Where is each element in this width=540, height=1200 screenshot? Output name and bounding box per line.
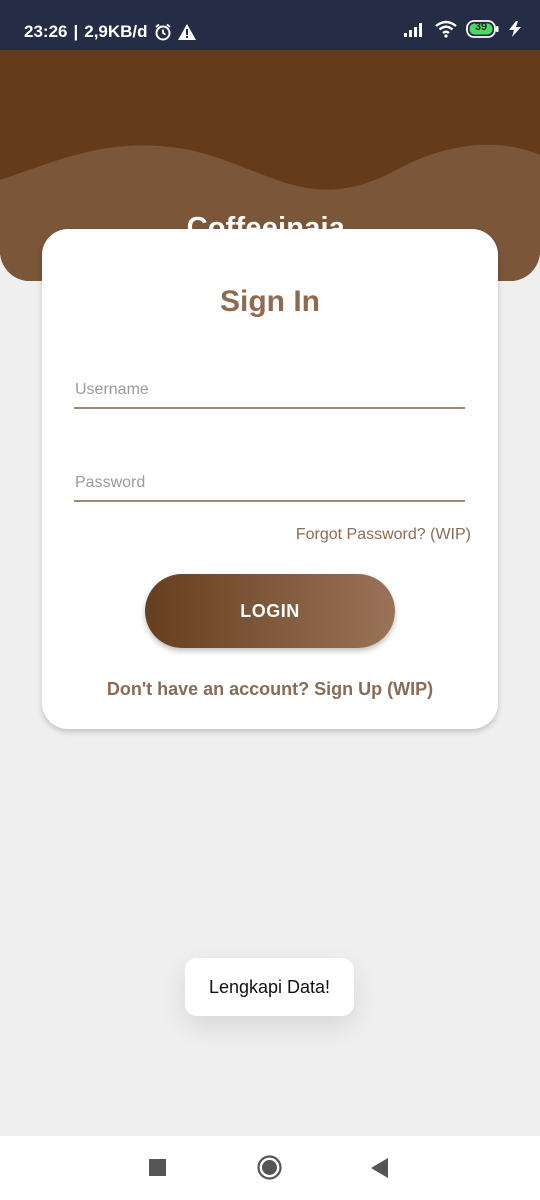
- square-recents-icon[interactable]: [149, 1159, 166, 1181]
- wifi-icon: [434, 20, 458, 38]
- triangle-back-icon[interactable]: [371, 1158, 389, 1183]
- battery-icon: 39: [466, 20, 500, 38]
- status-time: 23:26: [24, 22, 68, 41]
- status-left-group: 23:26 | 2,9KB/d: [24, 22, 196, 42]
- status-separator: |: [73, 22, 79, 41]
- password-input[interactable]: [74, 468, 466, 498]
- sign-in-card: Sign In Forgot Password? (WIP) LOGIN Don…: [42, 229, 498, 729]
- password-field[interactable]: [74, 460, 466, 502]
- toast-message: Lengkapi Data!: [185, 958, 354, 1016]
- sign-in-title: Sign In: [220, 285, 320, 318]
- username-input[interactable]: [74, 375, 466, 405]
- sign-up-link[interactable]: Don't have an account? Sign Up (WIP): [42, 679, 498, 700]
- battery-level: 39: [474, 21, 488, 33]
- circle-home-icon[interactable]: [257, 1155, 282, 1185]
- status-network-speed: 2,9KB/d: [84, 22, 148, 41]
- username-field[interactable]: [74, 367, 466, 409]
- alarm-clock-icon: [154, 23, 172, 41]
- toast-text: Lengkapi Data!: [208, 976, 331, 997]
- charging-bolt-icon: [508, 21, 522, 37]
- status-right-group: 39: [404, 20, 522, 38]
- cellular-signal-icon: [404, 21, 426, 37]
- login-button[interactable]: LOGIN: [145, 574, 395, 648]
- forgot-password-link[interactable]: Forgot Password? (WIP): [296, 526, 471, 544]
- system-navigation-bar: [0, 1136, 540, 1200]
- warning-triangle-icon: [177, 24, 196, 40]
